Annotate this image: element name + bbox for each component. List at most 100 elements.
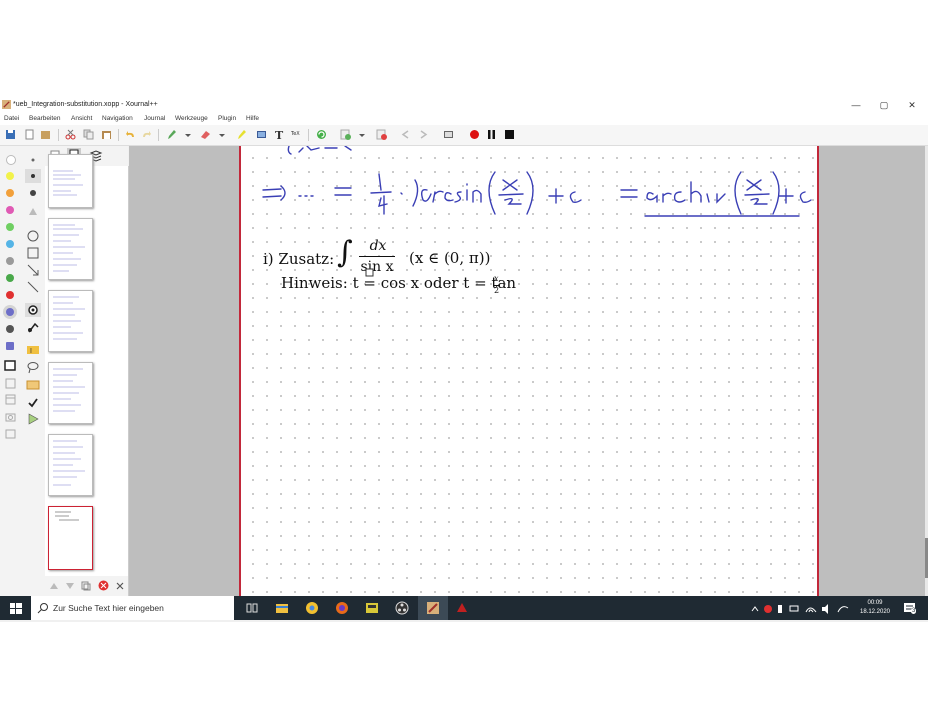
undo-icon[interactable] (125, 129, 136, 140)
save-icon[interactable] (5, 129, 16, 140)
refresh-icon[interactable] (316, 129, 327, 140)
color-swatch[interactable] (6, 257, 14, 265)
delete-page-red-icon[interactable] (98, 580, 109, 591)
lasso-select-icon[interactable] (25, 360, 41, 374)
delete-page-icon[interactable] (376, 129, 387, 140)
menu-plugin[interactable]: Plugin (218, 115, 236, 122)
color-swatch[interactable] (6, 274, 14, 282)
shape-recognizer-icon[interactable] (25, 320, 41, 334)
line-icon[interactable] (25, 280, 41, 294)
next-page-icon[interactable] (418, 129, 429, 140)
xournal-taskbar-active[interactable] (418, 596, 448, 620)
ruler-icon[interactable] (25, 303, 41, 317)
latex-tool-icon[interactable]: TeX (291, 129, 302, 140)
obs-icon[interactable] (394, 600, 410, 616)
stack-icon[interactable] (4, 377, 18, 391)
eraser-dropdown-icon[interactable] (218, 129, 226, 140)
page-thumbnail[interactable] (48, 154, 93, 208)
color-swatch[interactable] (6, 291, 14, 299)
taskbar-search-box[interactable]: Zur Suche Text hier eingeben (31, 596, 234, 620)
play-object-icon[interactable] (25, 412, 41, 426)
calendar-icon[interactable] (4, 393, 18, 407)
color-swatch[interactable] (6, 325, 14, 333)
clock-time: 00:09 (867, 600, 883, 606)
new-file-icon[interactable] (24, 129, 35, 140)
menu-journal[interactable]: Journal (144, 115, 165, 122)
system-tray-icons[interactable] (750, 604, 850, 614)
color-swatch[interactable] (6, 308, 14, 316)
menu-bar: Datei Bearbeiten Ansicht Navigation Jour… (0, 112, 928, 125)
image-icon[interactable] (256, 129, 267, 140)
open-file-icon[interactable] (40, 129, 51, 140)
clipboard-icon[interactable] (4, 427, 18, 441)
check-icon[interactable] (25, 396, 41, 410)
arrow-icon[interactable] (25, 263, 41, 277)
insert-page-icon[interactable] (340, 129, 351, 140)
menu-navigation[interactable]: Navigation (102, 115, 133, 122)
menu-hilfe[interactable]: Hilfe (246, 115, 259, 122)
taskbar-clock[interactable]: 00:09 18.12.2020 (852, 599, 898, 617)
fullscreen-icon[interactable] (443, 129, 454, 140)
dot-icon[interactable] (25, 153, 41, 167)
color-swatch[interactable] (6, 223, 14, 231)
insert-page-dropdown-icon[interactable] (358, 129, 366, 140)
color-swatch[interactable] (6, 189, 14, 197)
color-swatch[interactable] (6, 240, 14, 248)
chrome-icon[interactable] (304, 600, 320, 616)
record-icon[interactable] (469, 129, 480, 140)
paste-icon[interactable] (101, 129, 112, 140)
eraser-icon[interactable] (200, 129, 211, 140)
page-thumbnail-active[interactable] (48, 506, 93, 570)
highlighter-icon[interactable] (236, 129, 247, 140)
text-selection-icon[interactable]: I (25, 343, 41, 357)
page-thumbnails (45, 154, 129, 598)
menu-bearbeiten[interactable]: Bearbeiten (29, 115, 60, 122)
color-swatch[interactable] (6, 172, 14, 180)
pause-icon[interactable] (486, 129, 497, 140)
app-red-icon[interactable] (454, 600, 470, 616)
hint-fraction-numerator: x (494, 274, 499, 283)
close-sidebar-icon[interactable] (115, 581, 125, 591)
fill-bucket-icon[interactable] (25, 205, 41, 219)
pen-icon[interactable] (166, 129, 177, 140)
maximize-button[interactable]: ▢ (870, 98, 898, 112)
stop-icon[interactable] (504, 129, 515, 140)
medium-dot-icon[interactable] (25, 186, 41, 200)
menu-werkzeuge[interactable]: Werkzeuge (175, 115, 208, 122)
camera-icon[interactable] (4, 410, 18, 424)
copy-page-icon[interactable] (81, 581, 91, 591)
menu-datei[interactable]: Datei (4, 115, 19, 122)
text-cursor-icon (365, 268, 374, 277)
rectangle-icon[interactable] (25, 246, 41, 260)
page-thumbnail[interactable] (48, 434, 93, 496)
minimize-button[interactable]: — (842, 98, 870, 112)
redo-icon[interactable] (141, 129, 152, 140)
copy-icon[interactable] (83, 129, 94, 140)
windows-start-icon[interactable] (8, 600, 24, 616)
task-view-icon[interactable] (244, 600, 260, 616)
page-down-icon[interactable] (65, 581, 75, 591)
color-swatch[interactable] (6, 155, 16, 165)
menu-ansicht[interactable]: Ansicht (71, 115, 92, 122)
page-thumbnail[interactable] (48, 290, 93, 352)
task-label: i) Zusatz: (263, 250, 335, 268)
document-page[interactable]: i) Zusatz: ∫ dx sin x (x ∈ (0, π)) Hinwe… (239, 146, 819, 596)
rect-select-icon[interactable] (25, 378, 41, 392)
page-thumbnail[interactable] (48, 218, 93, 280)
pen-dropdown-icon[interactable] (184, 129, 192, 140)
file-explorer-icon[interactable] (274, 600, 290, 616)
title-bar: *ueb_Integration-substitution.xopp - Xou… (0, 98, 928, 112)
cut-icon[interactable] (65, 129, 76, 140)
text-tool-icon[interactable]: T (274, 129, 285, 140)
page-up-icon[interactable] (49, 581, 59, 591)
page-thumbnail[interactable] (48, 362, 93, 424)
fill-dot-icon[interactable] (25, 169, 41, 183)
layer-icon[interactable] (4, 360, 18, 374)
ellipse-icon[interactable] (25, 229, 41, 243)
close-button[interactable]: ✕ (898, 98, 926, 112)
firefox-icon[interactable] (334, 600, 350, 616)
color-swatch[interactable] (6, 206, 14, 214)
color-swatch[interactable] (6, 342, 14, 350)
calculator-icon[interactable] (364, 600, 380, 616)
previous-page-icon[interactable] (400, 129, 411, 140)
